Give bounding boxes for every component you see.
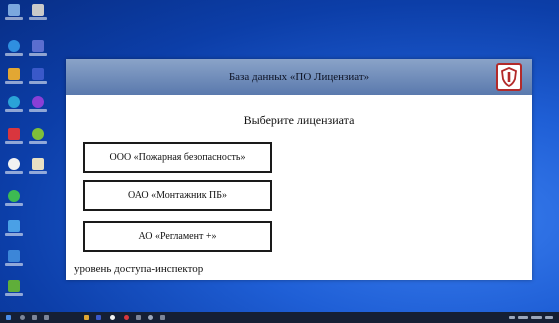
media-player-icon[interactable] <box>28 96 48 112</box>
game-icon[interactable] <box>4 280 24 296</box>
edge-icon[interactable] <box>4 40 24 56</box>
licensee-button-montazhnik[interactable]: ОАО «Монтажник ПБ» <box>83 180 272 211</box>
files-taskbar-icon[interactable] <box>160 315 165 320</box>
steam-icon[interactable] <box>4 96 24 112</box>
recycle-bin-icon[interactable] <box>4 128 24 144</box>
widgets-icon[interactable] <box>44 315 49 320</box>
select-licensee-prompt: Выберите лицензиата <box>243 113 355 127</box>
explorer-taskbar-icon[interactable] <box>84 315 89 320</box>
start-icon[interactable] <box>6 315 11 320</box>
computer-icon[interactable] <box>4 4 24 20</box>
settings-taskbar-icon[interactable] <box>148 315 153 320</box>
browser-taskbar-icon[interactable] <box>110 315 115 320</box>
app-taskbar-icon[interactable] <box>124 315 129 320</box>
whatsapp-icon[interactable] <box>4 190 24 206</box>
chrome-icon[interactable] <box>4 68 24 84</box>
onedrive-icon[interactable] <box>28 68 48 84</box>
telegram-icon[interactable] <box>4 220 24 236</box>
licensee-button-pozharnaya[interactable]: ООО «Пожарная безопасность» <box>83 142 272 173</box>
desktop: База данных «ПО Лицензиат» Выберите лице… <box>0 0 559 312</box>
licensee-button-reglament[interactable]: АО «Регламент +» <box>83 221 272 252</box>
app-header: База данных «ПО Лицензиат» <box>66 59 532 95</box>
notes-icon[interactable] <box>28 158 48 174</box>
mail-taskbar-icon[interactable] <box>136 315 141 320</box>
access-level-label: уровень доступа-инспектор <box>74 263 204 275</box>
network-icon[interactable] <box>28 40 48 56</box>
settings-icon[interactable] <box>4 250 24 266</box>
taskbar <box>0 312 559 323</box>
app-title: База данных «ПО Лицензиат» <box>228 71 370 83</box>
search-icon[interactable] <box>20 315 25 320</box>
task-view-icon[interactable] <box>32 315 37 320</box>
user-folder-icon[interactable] <box>28 4 48 20</box>
app-window: База данных «ПО Лицензиат» Выберите лице… <box>66 59 532 280</box>
yandex-icon[interactable] <box>4 158 24 174</box>
shield-logo-icon <box>496 63 522 91</box>
store-taskbar-icon[interactable] <box>96 315 101 320</box>
folder-icon[interactable] <box>28 128 48 144</box>
system-tray[interactable] <box>509 314 553 321</box>
